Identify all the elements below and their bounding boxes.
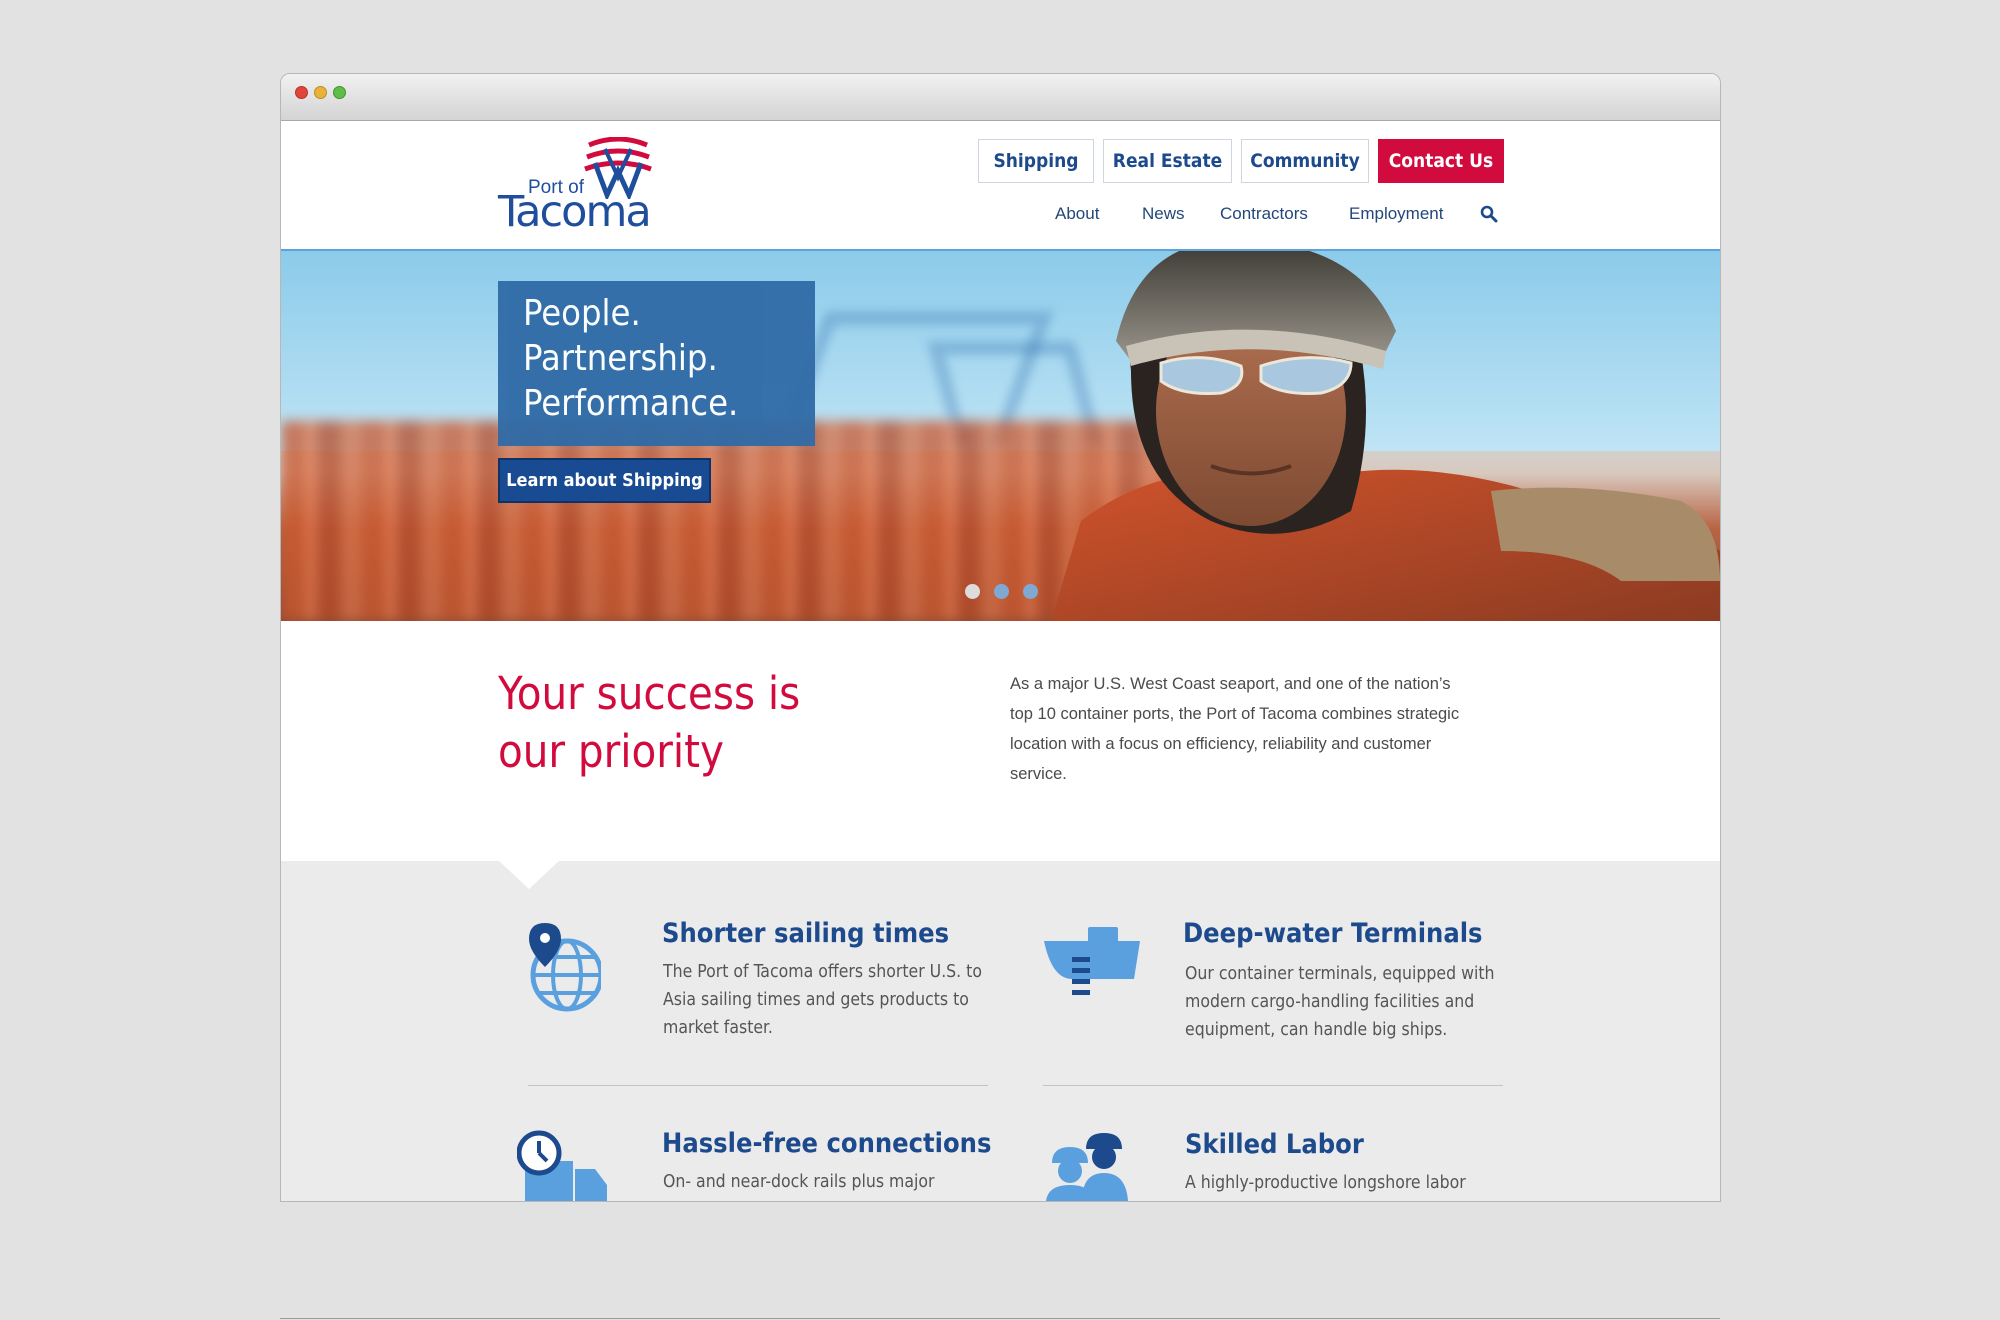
hero-tagline-line-3: Performance. (523, 383, 739, 424)
carousel-dot-2[interactable] (994, 584, 1009, 599)
hero-tagline-line-1: People. (523, 293, 641, 334)
features-section: Shorter sailing times The Port of Tacoma… (281, 860, 1720, 1201)
subnav-about[interactable]: About (1055, 204, 1099, 224)
close-window-button[interactable] (295, 86, 308, 99)
feature-divider (528, 1085, 988, 1086)
web-page: Port of Tacoma Shipping Real Estate Comm… (281, 121, 1720, 1201)
intro-heading-line-2: our priority (498, 725, 724, 778)
feature-text-deep-water: Our container terminals, equipped with m… (1185, 964, 1495, 1040)
section-pointer (498, 860, 560, 889)
browser-window: Port of Tacoma Shipping Real Estate Comm… (280, 73, 1721, 1202)
feature-text-skilled-labor: A highly-productive longshore labor (1185, 1173, 1466, 1193)
subnav-employment[interactable]: Employment (1349, 204, 1443, 224)
hero-banner: People. Partnership. Performance. Learn … (281, 251, 1720, 621)
feature-title-skilled-labor: Skilled Labor (1185, 1129, 1364, 1160)
feature-text-sailing-times: The Port of Tacoma offers shorter U.S. t… (663, 962, 982, 1038)
learn-about-shipping-button[interactable]: Learn about Shipping (498, 458, 711, 503)
hero-tagline-box: People. Partnership. Performance. (498, 281, 815, 446)
carousel-dot-3[interactable] (1023, 584, 1038, 599)
maximize-window-button[interactable] (333, 86, 346, 99)
feature-title-connections: Hassle-free connections (662, 1128, 992, 1159)
ship-icon (1044, 927, 1140, 995)
globe-pin-icon (529, 923, 601, 1012)
intro-section: Your success is our priority As a major … (281, 621, 1720, 861)
nav-button-real-estate[interactable]: Real Estate (1103, 139, 1232, 183)
workers-icon (1046, 1133, 1128, 1201)
intro-heading: Your success is our priority (498, 665, 800, 781)
subnav-news[interactable]: News (1142, 204, 1185, 224)
site-header: Port of Tacoma Shipping Real Estate Comm… (281, 121, 1720, 251)
feature-divider (1043, 1085, 1503, 1086)
intro-paragraph: As a major U.S. West Coast seaport, and … (1010, 675, 1460, 783)
search-icon[interactable] (1480, 205, 1498, 223)
browser-titlebar (281, 74, 1720, 121)
hero-tagline-line-2: Partnership. (523, 338, 718, 379)
bottom-rule (280, 1318, 1720, 1319)
feature-title-sailing-times: Shorter sailing times (662, 918, 950, 949)
dock-worker-photo (1051, 251, 1720, 621)
nav-button-contact-us[interactable]: Contact Us (1378, 139, 1504, 183)
port-of-tacoma-logo[interactable]: Port of Tacoma (498, 137, 658, 237)
intro-heading-line-1: Your success is (498, 667, 801, 720)
truck-clock-icon (517, 1130, 607, 1201)
subnav-contractors[interactable]: Contractors (1220, 204, 1308, 224)
feature-title-deep-water: Deep-water Terminals (1183, 918, 1483, 949)
nav-button-shipping[interactable]: Shipping (978, 139, 1094, 183)
logo-text-tacoma: Tacoma (498, 187, 652, 237)
nav-button-community[interactable]: Community (1241, 139, 1369, 183)
carousel-dot-1[interactable] (965, 584, 980, 599)
minimize-window-button[interactable] (314, 86, 327, 99)
feature-text-connections: On- and near-dock rails plus major (663, 1172, 935, 1192)
